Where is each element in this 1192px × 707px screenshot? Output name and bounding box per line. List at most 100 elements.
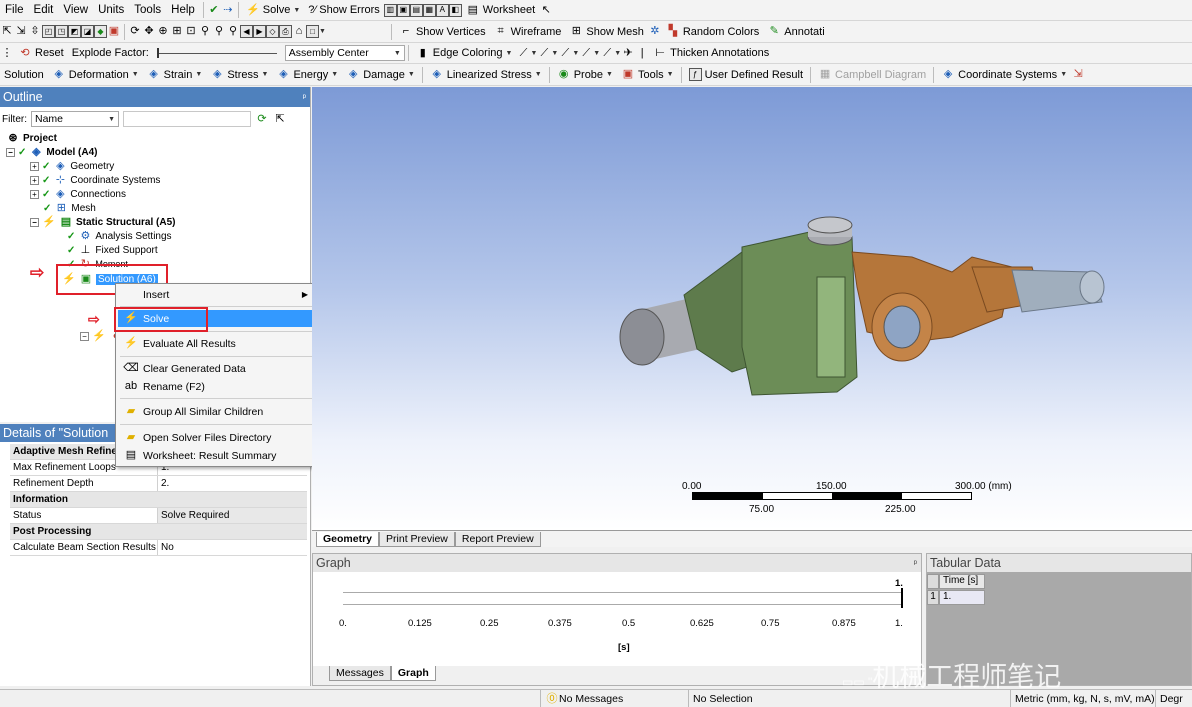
solve-button[interactable]: ⚡ Solve ▼ [242,1,304,19]
previous-view-icon[interactable]: ◀ [240,25,253,38]
edge-wire-icon[interactable]: ⟋ [579,46,593,60]
expand-icon[interactable]: ⇱ [273,112,287,126]
strain-button[interactable]: ◈ Strain ▼ [143,66,207,84]
chevron-down-icon[interactable]: ▼ [572,50,579,57]
linearized-stress-button[interactable]: ◈ Linearized Stress ▼ [426,66,546,84]
expand-icon[interactable]: − [80,331,89,341]
information-group[interactable]: Information [10,492,307,508]
pin-icon[interactable]: ᵖ [914,558,921,568]
tab-geometry[interactable]: Geometry [316,532,380,547]
edge-display-icon[interactable]: ⟋ [516,46,530,60]
select-mode-icon[interactable]: ⇱ [0,25,14,39]
units-status[interactable]: Metric (mm, kg, N, s, mV, mA) [1010,690,1155,707]
probe-button[interactable]: ◉ Probe ▼ [553,66,617,84]
random-colors-button[interactable]: ▚ Random Colors [662,23,763,41]
zoom-icon[interactable]: ⊕ [156,25,170,39]
image-icon[interactable]: ▣ [396,3,410,17]
extend-icon[interactable]: ◆ [94,25,107,38]
model-graphic[interactable] [312,87,1192,530]
body-mode-icon[interactable]: ◪ [81,25,94,38]
filter-dropdown[interactable]: Name ▼ [31,111,119,127]
pin-icon[interactable]: ᵖ [303,92,310,102]
refresh-icon[interactable]: ⟳ [255,112,269,126]
graphics-viewport[interactable]: 0.00 150.00 300.00 (mm) 75.00 225.00 [312,87,1192,530]
graph-icon[interactable]: ▥ [383,3,397,17]
slider-knob[interactable] [156,48,159,58]
annotations-button[interactable]: ✎ Annotati [763,23,828,41]
detail-row[interactable]: Calculate Beam Section Results No [10,540,307,556]
tab-report-preview[interactable]: Report Preview [454,532,541,547]
menu-item-open-solver-dir[interactable]: ▰ Open Solver Files Directory [118,429,314,446]
pointer-help-icon[interactable]: ↖ [539,3,553,17]
collapse-icon[interactable]: − [6,147,15,157]
reset-button[interactable]: ⟲ Reset [14,44,68,62]
zoom-fit-icon[interactable]: ⊡ [184,25,198,39]
campbell-diagram-button[interactable]: ▦ Campbell Diagram [814,66,930,84]
pan-icon[interactable]: ✥ [142,25,156,39]
stress-button[interactable]: ◈ Stress ▼ [206,66,272,84]
chevron-down-icon[interactable]: ▼ [614,50,621,57]
box-zoom-icon[interactable]: ⊞ [170,25,184,39]
screen-icon[interactable]: ◧ [448,3,462,17]
select-body-icon[interactable]: ◰ [42,25,55,38]
detail-row[interactable]: Refinement Depth 2. [10,476,307,492]
chevron-down-icon[interactable]: ▼ [530,50,537,57]
user-defined-result-button[interactable]: ƒ User Defined Result [685,66,807,84]
show-errors-button[interactable]: ?⁄ Show Errors [304,1,384,19]
messages-status[interactable]: ⓪ No Messages [540,690,688,707]
time-marker[interactable] [901,588,903,608]
axis-icon[interactable]: ✲ [648,25,662,39]
pin-icon[interactable]: ✈ [621,46,635,60]
show-vertices-button[interactable]: ⌐ Show Vertices [395,23,490,41]
expand-icon[interactable]: + [30,189,39,199]
chart-icon[interactable]: ▦ [422,3,436,17]
tools-button[interactable]: ▣ Tools ▼ [617,66,678,84]
table-icon[interactable]: ▤ [409,3,423,17]
menu-view[interactable]: View [58,4,93,16]
angle-units-status[interactable]: Degr [1155,690,1192,707]
tag-icon[interactable]: ⌂ [292,25,306,39]
viewport-layout-icon[interactable]: □ [306,25,319,38]
worksheet-button[interactable]: ▤ Worksheet [462,1,539,19]
expand-icon[interactable]: + [30,175,39,185]
time-column-header[interactable]: Time [s] [939,574,985,589]
menu-item-group-similar[interactable]: ▰ Group All Similar Children [118,403,314,420]
menu-help[interactable]: Help [166,4,200,16]
connect-icon[interactable]: ⇢ [221,3,235,17]
menu-item-worksheet-summary[interactable]: ▤ Worksheet: Result Summary [118,447,314,464]
check-icon[interactable]: ✔ [207,3,221,17]
deformation-button[interactable]: ◈ Deformation ▼ [48,66,143,84]
table-row[interactable]: 1 1. [927,590,985,605]
tree-connections[interactable]: + ✓ ◈ Connections [30,187,126,201]
detail-row[interactable]: Status Solve Required [10,508,307,524]
menu-item-clear-generated[interactable]: ⌫ Clear Generated Data [118,360,314,377]
face-mode-icon[interactable]: ◩ [68,25,81,38]
chevron-down-icon[interactable]: ▼ [593,50,600,57]
tab-print-preview[interactable]: Print Preview [379,532,455,547]
export-icon[interactable]: ⇲ [1071,68,1085,82]
tree-static-structural[interactable]: − ⚡ ▤ Static Structural (A5) [30,215,175,229]
select-face-icon[interactable]: ⇲ [14,25,28,39]
tree-coordinate-systems[interactable]: + ✓ ⊹ Coordinate Systems [30,173,160,187]
select-edge-icon[interactable]: ⇳ [28,25,42,39]
assembly-center-dropdown[interactable]: Assembly Center ▼ [284,45,405,61]
rotate-icon[interactable]: ⟳ [128,25,142,39]
menu-item-insert[interactable]: Insert ▶ [118,286,314,303]
cube-icon[interactable]: ▣ [107,25,121,39]
magnifier-icon[interactable]: ⚲ [198,25,212,39]
collapse-icon[interactable]: − [30,217,39,227]
time-axis[interactable] [343,588,903,610]
coordinate-systems-button[interactable]: ◈ Coordinate Systems ▼ [937,66,1071,84]
post-processing-group[interactable]: Post Processing [10,524,307,540]
menu-units[interactable]: Units [93,4,129,16]
edge-thin-icon[interactable]: ⟋ [537,46,551,60]
thicken-annotations-button[interactable]: ⊢ Thicken Annotations [649,44,773,62]
tree-geometry[interactable]: + ✓ ◈ Geometry [30,159,114,173]
isometric-icon[interactable]: ◇ [266,25,279,38]
text-icon[interactable]: A [435,3,449,17]
zoom-out-icon[interactable]: ⚲ [226,25,240,39]
show-mesh-button[interactable]: ⊞ Show Mesh [565,23,647,41]
tree-project[interactable]: ⊛ Project [6,131,57,145]
menu-file[interactable]: File [0,4,29,16]
tree-analysis-settings[interactable]: ✓ ⚙ Analysis Settings [67,229,172,243]
